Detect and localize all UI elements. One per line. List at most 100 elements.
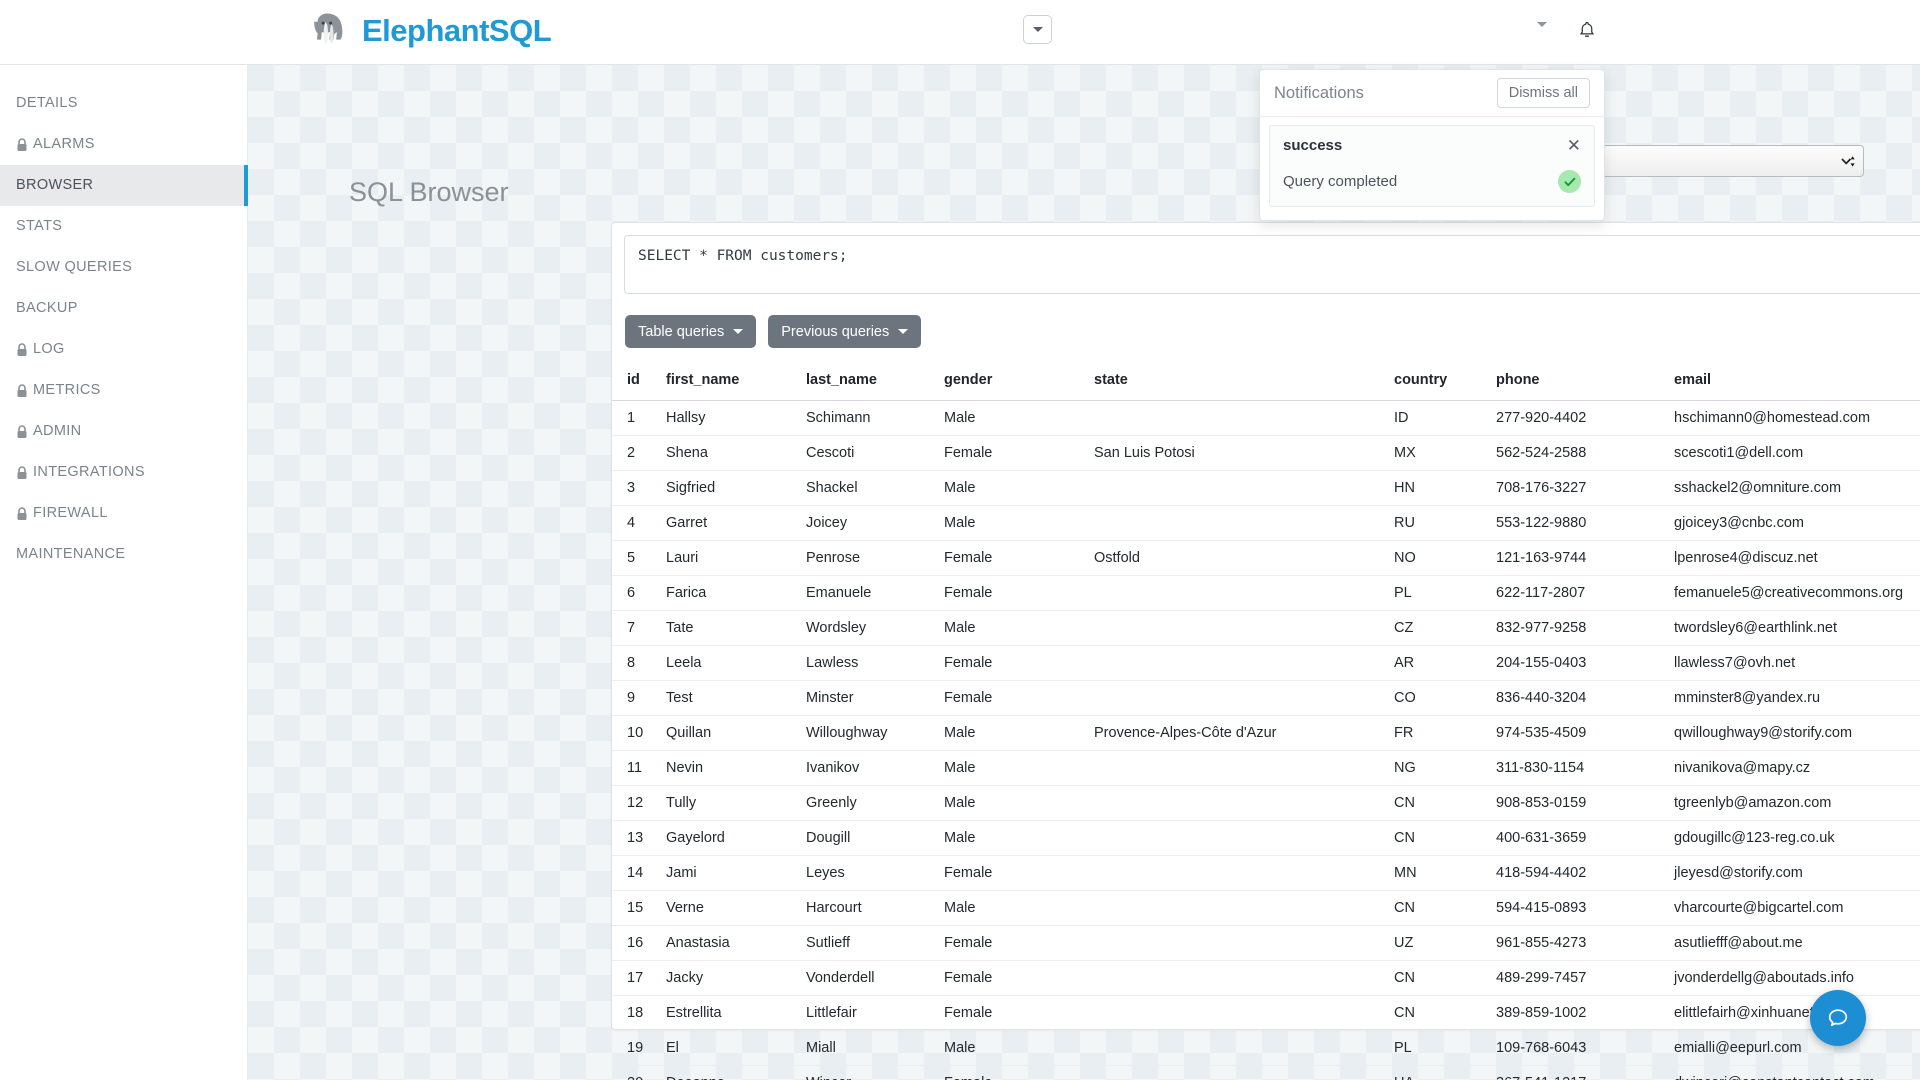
cell-state bbox=[1088, 960, 1388, 996]
table-row[interactable]: 3 Sigfried Shackel Male HN 708-176-3227 sshack… bbox=[612, 470, 1920, 506]
cell-first-name: Lauri bbox=[660, 540, 800, 576]
column-header-gender[interactable]: gender bbox=[938, 363, 1088, 401]
table-row[interactable]: 2 Shena Cescoti Female San Luis Potosi MX 562-… bbox=[612, 435, 1920, 471]
elephant-logo-icon bbox=[314, 13, 343, 44]
sidebar-item-slow-queries[interactable]: SLOW QUERIES bbox=[0, 247, 247, 288]
column-header-email[interactable]: email bbox=[1668, 363, 1920, 401]
table-row[interactable]: 1 Hallsy Schimann Male ID 277-920-4402 hschima… bbox=[612, 400, 1920, 436]
cell-last-name: Miall bbox=[800, 1030, 938, 1066]
cell-id: 7 bbox=[612, 610, 660, 646]
table-row[interactable]: 4 Garret Joicey Male RU 553-122-9880 gjoicey3@… bbox=[612, 505, 1920, 541]
sidebar-item-browser[interactable]: BROWSER bbox=[0, 165, 248, 206]
sidebar-item-label: SLOW QUERIES bbox=[16, 259, 133, 275]
cell-country: HN bbox=[1388, 470, 1490, 506]
chevron-down-icon bbox=[898, 329, 909, 334]
cell-gender: Female bbox=[938, 1065, 1088, 1080]
cell-email: lpenrose4@discuz.net bbox=[1668, 540, 1920, 576]
cell-last-name: Joicey bbox=[800, 505, 938, 541]
table-row[interactable]: 17 Jacky Vonderdell Female CN 489-299-7457 jvo… bbox=[612, 960, 1920, 996]
notification-item-header: success ✕ bbox=[1283, 137, 1581, 154]
column-header-country[interactable]: country bbox=[1388, 363, 1490, 401]
account-dropdown-button[interactable] bbox=[1537, 22, 1547, 45]
cell-last-name: Ivanikov bbox=[800, 750, 938, 786]
table-row[interactable]: 5 Lauri Penrose Female Ostfold NO 121-163-9744… bbox=[612, 540, 1920, 576]
cell-last-name: Vonderdell bbox=[800, 960, 938, 996]
cell-country: UZ bbox=[1388, 925, 1490, 961]
lock-icon bbox=[17, 137, 27, 151]
close-icon[interactable]: ✕ bbox=[1567, 137, 1581, 154]
cell-country: NO bbox=[1388, 540, 1490, 576]
sql-editor-wrap bbox=[624, 235, 1920, 299]
dismiss-all-button[interactable]: Dismiss all bbox=[1496, 78, 1590, 108]
table-row[interactable]: 16 Anastasia Sutlieff Female UZ 961-855-4273 a… bbox=[612, 925, 1920, 961]
sidebar-item-metrics[interactable]: METRICS bbox=[0, 370, 247, 411]
column-header-first-name[interactable]: first_name bbox=[660, 363, 800, 401]
sidebar-item-log[interactable]: LOG bbox=[0, 329, 247, 370]
column-header-id[interactable]: id bbox=[612, 363, 660, 401]
cell-email: jvonderdellg@aboutads.info bbox=[1668, 960, 1920, 996]
sidebar-item-integrations[interactable]: INTEGRATIONS bbox=[0, 452, 247, 493]
table-row[interactable]: 10 Quillan Willoughway Male Provence-Alpes-C… bbox=[612, 715, 1920, 751]
help-chat-button[interactable] bbox=[1810, 990, 1866, 1046]
cell-id: 19 bbox=[612, 1030, 660, 1066]
cell-phone: 311-830-1154 bbox=[1490, 750, 1668, 786]
sidebar-item-backup[interactable]: BACKUP bbox=[0, 288, 247, 329]
sidebar-item-alarms[interactable]: ALARMS bbox=[0, 124, 247, 165]
cell-phone: 489-299-7457 bbox=[1490, 960, 1668, 996]
cell-last-name: Penrose bbox=[800, 540, 938, 576]
table-row[interactable]: 15 Verne Harcourt Male CN 594-415-0893 vharcou… bbox=[612, 890, 1920, 926]
column-header-phone[interactable]: phone bbox=[1490, 363, 1668, 401]
column-header-state[interactable]: state bbox=[1088, 363, 1388, 401]
brand[interactable]: ElephantSQL bbox=[308, 8, 552, 52]
results-table-head: id first_name last_name gender state cou… bbox=[612, 363, 1920, 401]
cell-country: RU bbox=[1388, 505, 1490, 541]
cell-first-name: Farica bbox=[660, 575, 800, 611]
cell-email: twordsley6@earthlink.net bbox=[1668, 610, 1920, 646]
table-queries-button[interactable]: Table queries bbox=[625, 315, 757, 348]
table-row[interactable]: 19 El Miall Male PL 109-768-6043 emialli@eepur… bbox=[612, 1030, 1920, 1066]
table-row[interactable]: 18 Estrellita Littlefair Female CN 389-859-10… bbox=[612, 995, 1920, 1031]
cell-gender: Female bbox=[938, 680, 1088, 716]
table-row[interactable]: 9 Test Minster Female CO 836-440-3204 mminster… bbox=[612, 680, 1920, 716]
table-row[interactable]: 7 Tate Wordsley Male CZ 832-977-9258 twordsley… bbox=[612, 610, 1920, 646]
sql-input[interactable] bbox=[624, 235, 1920, 294]
cell-country: CN bbox=[1388, 820, 1490, 856]
table-row[interactable]: 6 Farica Emanuele Female PL 622-117-2807 feman… bbox=[612, 575, 1920, 611]
cell-country: PL bbox=[1388, 1030, 1490, 1066]
table-row[interactable]: 20DeeanneWincerFemale UA367-541-1217dwinc… bbox=[612, 1065, 1920, 1080]
cell-phone: 562-524-2588 bbox=[1490, 435, 1668, 471]
cell-state bbox=[1088, 575, 1388, 611]
cell-email: vharcourte@bigcartel.com bbox=[1668, 890, 1920, 926]
table-row[interactable]: 13 Gayelord Dougill Male CN 400-631-3659 gdoug… bbox=[612, 820, 1920, 856]
sidebar-item-label: MAINTENANCE bbox=[16, 546, 126, 562]
table-row[interactable]: 14 Jami Leyes Female MN 418-594-4402 jleyesd@s… bbox=[612, 855, 1920, 891]
sql-browser-card: Table queries Previous queries Execute i… bbox=[611, 222, 1920, 1080]
cell-email: asutliefff@about.me bbox=[1668, 925, 1920, 961]
cell-id: 5 bbox=[612, 540, 660, 576]
cell-phone: 594-415-0893 bbox=[1490, 890, 1668, 926]
cell-id: 11 bbox=[612, 750, 660, 786]
table-row[interactable]: 12 Tully Greenly Male CN 908-853-0159 tgreenly… bbox=[612, 785, 1920, 821]
table-row[interactable]: 11 Nevin Ivanikov Male NG 311-830-1154 nivanik… bbox=[612, 750, 1920, 786]
sidebar-item-firewall[interactable]: FIREWALL bbox=[0, 493, 247, 534]
cell-email: tgreenlyb@amazon.com bbox=[1668, 785, 1920, 821]
notifications-bell-button[interactable] bbox=[1574, 17, 1600, 43]
cell-id: 6 bbox=[612, 575, 660, 611]
previous-queries-button[interactable]: Previous queries bbox=[768, 315, 922, 348]
top-header: ElephantSQL bbox=[0, 0, 1920, 65]
sidebar-item-admin[interactable]: ADMIN bbox=[0, 411, 247, 452]
sidebar-item-details[interactable]: DETAILS bbox=[0, 83, 247, 124]
sidebar-item-maintenance[interactable]: MAINTENANCE bbox=[0, 534, 247, 575]
table-row[interactable]: 8 Leela Lawless Female AR 204-155-0403 llawles… bbox=[612, 645, 1920, 681]
cell-last-name: Dougill bbox=[800, 820, 938, 856]
chevron-down-icon bbox=[733, 329, 744, 334]
lock-icon bbox=[17, 383, 27, 397]
cell-gender: Female bbox=[938, 995, 1088, 1031]
sidebar-item-stats[interactable]: STATS bbox=[0, 206, 247, 247]
column-header-last-name[interactable]: last_name bbox=[800, 363, 938, 401]
cell-last-name: Shackel bbox=[800, 470, 938, 506]
cell-phone: 109-768-6043 bbox=[1490, 1030, 1668, 1066]
instance-dropdown-button[interactable] bbox=[1023, 15, 1052, 44]
sidebar-item-label: ALARMS bbox=[33, 136, 95, 152]
cell-first-name: Garret bbox=[660, 505, 800, 541]
